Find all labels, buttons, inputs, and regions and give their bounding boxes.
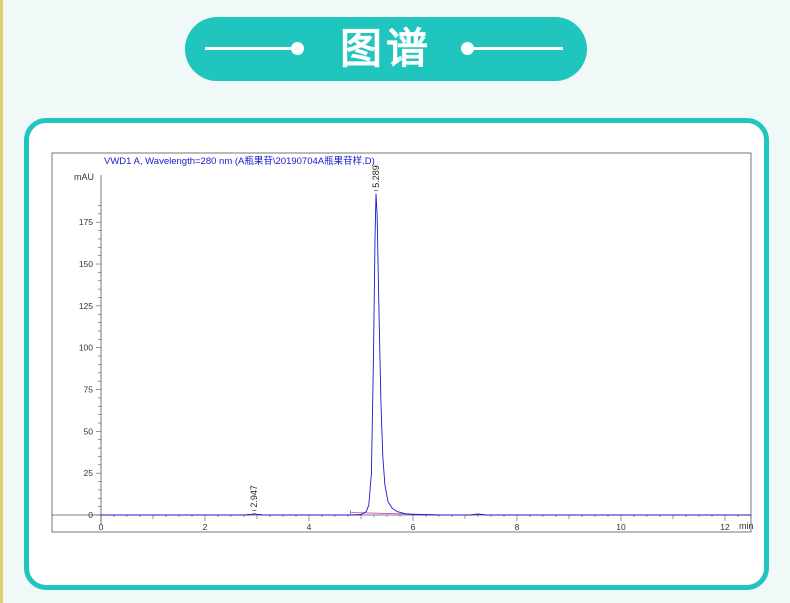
y-tick-label: 175	[79, 217, 93, 227]
y-tick-label: 50	[84, 426, 94, 436]
chart-marks: 2.947 5.289	[101, 165, 751, 516]
y-axis: 0255075100125150175	[79, 175, 102, 525]
peak-label: 2.947	[249, 485, 259, 508]
x-tick-label: 6	[411, 522, 416, 532]
y-tick-label: 25	[84, 468, 94, 478]
y-tick-label: 75	[84, 385, 94, 395]
chart-title: VWD1 A, Wavelength=280 nm (A瓶果苷\20190704…	[104, 155, 375, 167]
x-tick-label: 12	[720, 522, 730, 532]
x-axis-unit: min	[739, 521, 754, 531]
y-tick-label: 125	[79, 301, 93, 311]
chromatogram-chart: VWD1 A, Wavelength=280 nm (A瓶果苷\20190704…	[51, 152, 754, 533]
peak-label: 5.289	[371, 165, 381, 188]
chromatogram-card: VWD1 A, Wavelength=280 nm (A瓶果苷\20190704…	[24, 118, 769, 590]
left-accent-bar	[0, 0, 3, 603]
plot-frame	[51, 152, 752, 533]
banner-right-line	[471, 47, 563, 50]
section-banner: 图谱	[185, 17, 587, 81]
x-tick-label: 2	[203, 522, 208, 532]
x-tick-label: 0	[99, 522, 104, 532]
y-tick-label: 100	[79, 343, 93, 353]
x-axis: 0 2 4 6 8 10 12	[52, 514, 752, 532]
chromatogram-trace	[101, 193, 751, 516]
y-axis-label: mAU	[74, 172, 94, 182]
x-tick-label: 8	[515, 522, 520, 532]
y-tick-label: 150	[79, 259, 93, 269]
x-tick-label: 4	[307, 522, 312, 532]
x-tick-label: 10	[616, 522, 626, 532]
